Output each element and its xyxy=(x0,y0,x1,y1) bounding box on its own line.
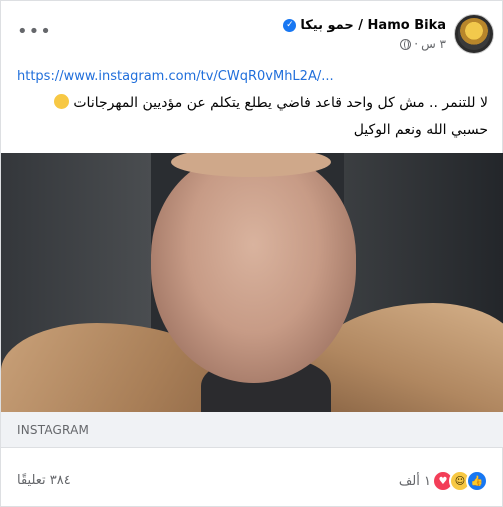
reactions-summary[interactable]: 👍 ☺ ♥ ١ ألف xyxy=(398,470,488,492)
post-card: حمو بيكا / Hamo Bika ✓ ٣ س · ••• https:/… xyxy=(0,0,503,507)
author-row: حمو بيكا / Hamo Bika ✓ xyxy=(283,16,446,34)
post-footer: ٣٨٤ تعليقًا 👍 ☺ ♥ ١ ألف xyxy=(1,461,503,499)
comments-count[interactable]: ٣٨٤ تعليقًا xyxy=(17,473,71,488)
post-text-line-1: لا للتنمر .. مش كل واحد قاعد فاضي يطلع ي… xyxy=(15,93,488,113)
meta-separator: · xyxy=(414,37,419,51)
pensive-face-emoji-icon xyxy=(53,94,69,109)
post-video-thumbnail[interactable] xyxy=(1,153,503,412)
like-icon: 👍 xyxy=(466,470,488,492)
reactions-count: ١ ألف xyxy=(398,473,431,489)
avatar-image xyxy=(458,18,490,50)
post-time[interactable]: ٣ س xyxy=(421,37,446,51)
author-name[interactable]: حمو بيكا / Hamo Bika xyxy=(300,18,446,33)
globe-icon xyxy=(400,38,412,50)
verified-badge-icon: ✓ xyxy=(283,18,297,32)
post-text-line-2: حسبي الله ونعم الوكيل xyxy=(353,122,488,138)
post-meta: ٣ س · xyxy=(400,37,446,51)
link-preview-source-bar[interactable]: INSTAGRAM xyxy=(1,412,503,448)
link-source-label: INSTAGRAM xyxy=(17,423,90,437)
post-text-content: لا للتنمر .. مش كل واحد قاعد فاضي يطلع ي… xyxy=(73,95,488,111)
face-shape xyxy=(151,153,356,383)
more-options-button[interactable]: ••• xyxy=(17,23,51,43)
avatar[interactable] xyxy=(454,14,494,54)
post-header: حمو بيكا / Hamo Bika ✓ ٣ س · ••• xyxy=(1,1,503,63)
post-link[interactable]: https://www.instagram.com/tv/CWqR0vMhL2A… xyxy=(17,69,334,84)
